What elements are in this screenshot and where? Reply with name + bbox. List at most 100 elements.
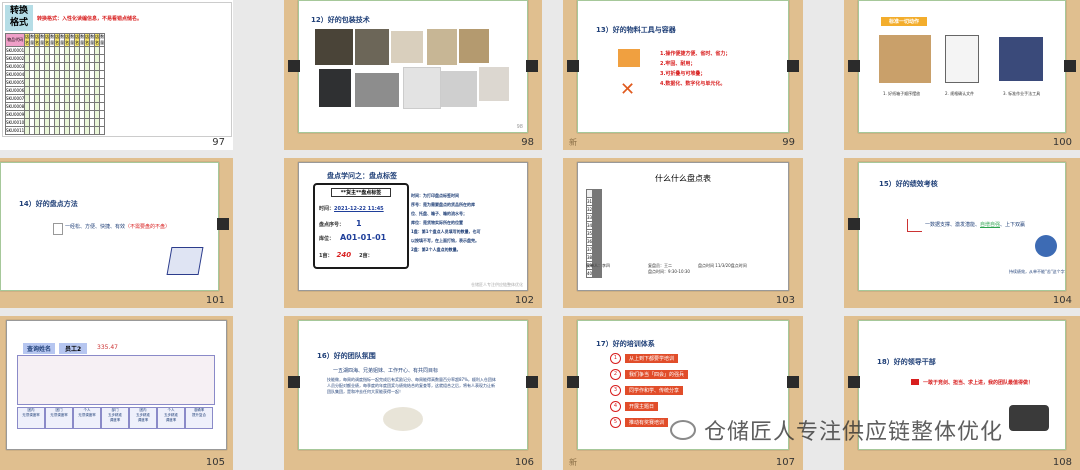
- slide-100-banner: 标准一切动作: [881, 17, 928, 26]
- slide-thumbnail-99[interactable]: 13）好的物料工具与容器 ✕ 1.操作便捷方便、省时、省力； 2.牢固、耐用； 3.…: [563, 0, 803, 150]
- slide-108-text: 一敢于竞剑、担当、求上进，我的团队最值得做！: [923, 380, 1034, 386]
- slide-106-clip-left: [288, 376, 300, 388]
- inventory-cell: [600, 197, 603, 206]
- slide-103-title: 什么什么盘点表: [655, 174, 711, 183]
- handshake-illustration: [1035, 235, 1057, 257]
- slide-101-clip-right: [217, 218, 229, 230]
- training-item-number: 2: [610, 369, 621, 380]
- grid-code: SKU0006: [4, 86, 26, 95]
- wechat-icon: [670, 420, 696, 440]
- grid-code: SKU0007: [4, 94, 26, 103]
- grid-cell: [99, 78, 106, 87]
- slide-105-canvas: 查询姓名 员工2 335.47 团内 无须调度率 团门 无须调度率 个人 无须调度率…: [6, 320, 227, 450]
- slide-103-footer-right: 盘点时间 11/3/20盘点时间: [698, 263, 747, 268]
- inventory-cell: [600, 221, 603, 230]
- slide-102-note-line: 位、托盘、箱子、箱的流水号；: [411, 211, 467, 216]
- query-name-label: 查询姓名: [23, 343, 56, 354]
- grid-header: 数量: [39, 33, 46, 47]
- training-item-number: 3: [610, 385, 621, 396]
- grid-header: 数量: [49, 33, 56, 47]
- grid-header: 店名: [94, 33, 101, 47]
- grid-header: 店名: [84, 33, 91, 47]
- grid-cell: [99, 94, 106, 103]
- grid-cell: [99, 70, 106, 79]
- grid-code: SKU0009: [4, 110, 26, 119]
- slide-106-canvas: 16）好的团队氛围 一五湖四海、兄弟姐妹、工作开心、有共同目标 技能做，每周的调…: [298, 320, 528, 450]
- label-location-key: 库位：: [319, 236, 335, 242]
- slide-97-title-2: 格式: [9, 18, 28, 28]
- slide-number-98: 98: [521, 137, 534, 148]
- label-first-key: 1亩：: [319, 253, 333, 259]
- slide-100-clip-left: [848, 60, 860, 72]
- inventory-cell: [600, 205, 603, 214]
- slide-thumbnail-101[interactable]: 14）好的盘点方法 一经松、方便、快捷、有效（不需要盘的不盘） 101: [0, 158, 233, 308]
- slide-thumbnail-103[interactable]: 什么什么盘点表 31 32 33 34 35 36 37 38 39 40 制单人：李四 复盘员：…: [563, 158, 803, 308]
- slide-thumbnail-108[interactable]: 18）好的领导干部 一敢于竞剑、担当、求上进，我的团队最值得做！ 108: [844, 316, 1080, 470]
- checklist-illustration: [166, 247, 204, 275]
- slide-97-title-box: 转换 格式: [5, 5, 33, 31]
- label-seq: 盘点序号： 1: [319, 219, 362, 228]
- metrics-footer-cell: 准确率 提升复合: [185, 407, 213, 429]
- grid-code: SKU0010: [4, 118, 26, 127]
- grid-header: 数量: [99, 33, 106, 47]
- package-photo-inner: [441, 71, 477, 107]
- label-second-key: 2亩：: [359, 253, 373, 259]
- slide-number-103: 103: [775, 295, 795, 306]
- grid-code: SKU0008: [4, 102, 26, 111]
- box-icon: [618, 49, 640, 67]
- inventory-cell: [600, 229, 603, 238]
- slide-104-caption: 持续绩效，从单不能"苦"这个字: [1009, 269, 1065, 274]
- slide-102-note-line: 库位：是货物实际所在的位置: [411, 220, 463, 225]
- slide-thumbnail-105[interactable]: 查询姓名 员工2 335.47 团内 无须调度率 团门 无须调度率 个人 无须调度率…: [0, 316, 233, 470]
- slide-thumbnail-104[interactable]: 15）好的绩效考核 一数据支撑、激发潜能、自增自强、上下双赢 持续绩效，从单不能…: [844, 158, 1080, 308]
- slide-number-107: 107: [775, 457, 795, 468]
- slide-99-star: 新: [569, 138, 577, 147]
- inventory-label-card: **货主**盘点标签 时间：2021-12-22 11:45 盘点序号： 1 库位…: [313, 183, 409, 269]
- slide-98-page: 98: [516, 124, 523, 130]
- metrics-footer-cell: 部门 五步精准 调度率: [101, 407, 129, 429]
- slide-thumbnail-107[interactable]: 17）好的培训体系 1 从上到下都要学培训 2 我们争当「四会」的强兵 3 同学作和学、传…: [563, 316, 803, 470]
- photo-knives: [999, 37, 1043, 81]
- slide-thumbnail-97[interactable]: 转换 格式 转换格式：入性化读编信息，不易看错点储名。 物品代码 店名 数量 店名 数量…: [0, 0, 233, 150]
- grid-code: SKU0011: [4, 126, 26, 135]
- grid-cell: [99, 126, 106, 135]
- training-item: 3 同学作和学、传统分享: [610, 385, 688, 396]
- metrics-footer-cell: 团门 无须调度率: [45, 407, 73, 429]
- grid-header: 数量: [79, 33, 86, 47]
- slide-thumbnail-100[interactable]: 标准一切动作 1. 好纸箱子顺序摆放 2. 规格确认文件 3. 标准作业手法工具…: [844, 0, 1080, 150]
- package-photo-fill: [403, 67, 441, 109]
- slide-thumbnail-106[interactable]: 16）好的团队氛围 一五湖四海、兄弟姐妹、工作开心、有共同目标 技能做，每周的调…: [284, 316, 542, 470]
- grid-code: SKU0005: [4, 78, 26, 87]
- grid-header: 数量: [69, 33, 76, 47]
- photo-boxes: [879, 35, 931, 83]
- slide-number-99: 99: [782, 137, 795, 148]
- slide-98-clip-left: [288, 60, 300, 72]
- slide-thumbnail-102[interactable]: 盘点学问之：盘点标签 **货主**盘点标签 时间：2021-12-22 11:4…: [284, 158, 542, 308]
- package-photo-pallet: [319, 69, 351, 107]
- training-item-number: 4: [610, 401, 621, 412]
- grid-header: 店名: [74, 33, 81, 47]
- grid-code: SKU0003: [4, 62, 26, 71]
- grid-header: 数量: [89, 33, 96, 47]
- slide-108-title: 18）好的领导干部: [877, 358, 936, 366]
- slide-number-97: 97: [212, 137, 225, 148]
- slide-number-102: 102: [514, 295, 534, 306]
- slide-104-text-main: 一数据支撑、激发潜能、: [925, 222, 981, 228]
- slide-number-106: 106: [514, 457, 534, 468]
- slide-104-text: 一数据支撑、激发潜能、自增自强、上下双赢: [925, 221, 1025, 228]
- slide-107-clip-right: [787, 376, 799, 388]
- slide-101-text-red: （不需要盘的不盘）: [125, 224, 171, 230]
- watermark: 仓储匠人专注供应链整体优化: [670, 414, 1003, 446]
- label-counts: 1亩： 240 2亩：: [319, 251, 373, 259]
- slide-106-text: 一五湖四海、兄弟姐妹、工作开心、有共同目标: [333, 368, 439, 374]
- grid-cell: [99, 54, 106, 63]
- slide-thumbnail-98[interactable]: 12）好的包装技术 98 98: [284, 0, 542, 150]
- slide-102-note-line: 以按填不写，在上面打钩，表示盘完。: [411, 238, 479, 243]
- grid-header: 店名: [44, 33, 51, 47]
- query-name-value[interactable]: 员工2: [59, 343, 88, 354]
- training-item: 2 我们争当「四会」的强兵: [610, 369, 689, 380]
- slide-102-note-line: 2盘：第2个人盘点的数量。: [411, 247, 461, 252]
- grid-cell: [99, 86, 106, 95]
- clipboard-icon: [53, 223, 63, 235]
- label-card-title: **货主**盘点标签: [331, 188, 391, 197]
